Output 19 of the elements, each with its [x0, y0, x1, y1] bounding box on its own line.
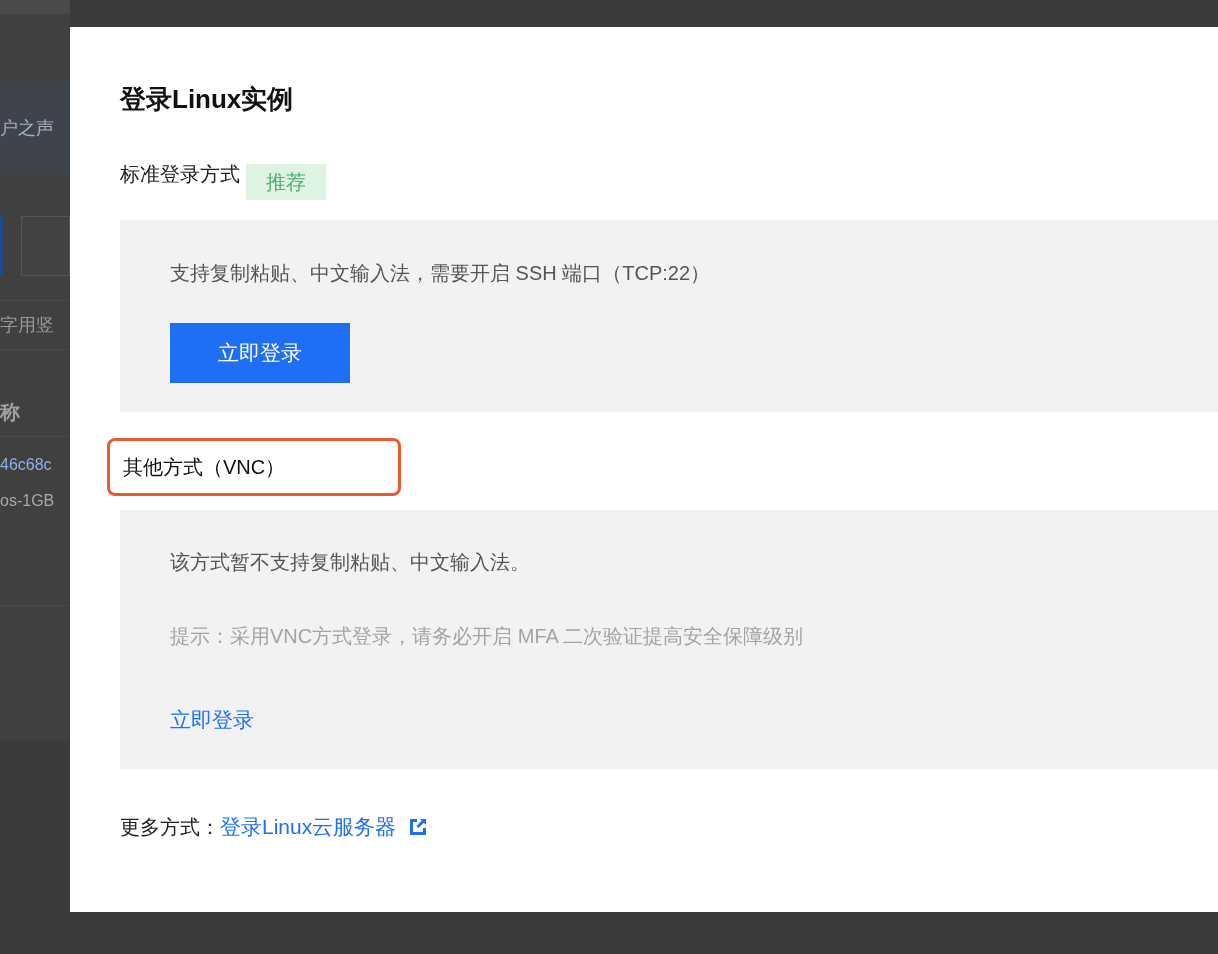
recommended-tag: 推荐 [246, 164, 326, 200]
external-link-icon [408, 816, 429, 837]
column-header: 称 [0, 400, 20, 425]
banner-text: 户之声 [0, 116, 54, 140]
login-link[interactable]: 立即登录 [170, 704, 254, 736]
login-button[interactable]: 立即登录 [170, 323, 350, 383]
tab-button[interactable] [0, 216, 4, 276]
panel-description: 该方式暂不支持复制粘贴、中文输入法。 [170, 550, 531, 575]
more-methods-label: 更多方式： [120, 814, 220, 840]
section-heading: 标准登录方式 [120, 162, 240, 187]
linux-server-link[interactable]: 登录Linux云服务器 [220, 811, 397, 843]
select-field[interactable] [21, 216, 70, 276]
instance-id-link[interactable]: 46c68c [0, 453, 70, 477]
panel-description: 支持复制粘贴、中文输入法，需要开启 SSH 端口（TCP:22） [170, 261, 712, 286]
hint-text: 提示：采用VNC方式登录，请务必开启 MFA 二次验证提高安全保障级别 [170, 624, 805, 649]
dialog-title: 登录Linux实例 [120, 83, 295, 115]
section-heading: 其他方式（VNC） [107, 438, 401, 496]
filter-text: 字用竖 [0, 313, 54, 337]
instance-spec: os-1GB [0, 491, 56, 511]
